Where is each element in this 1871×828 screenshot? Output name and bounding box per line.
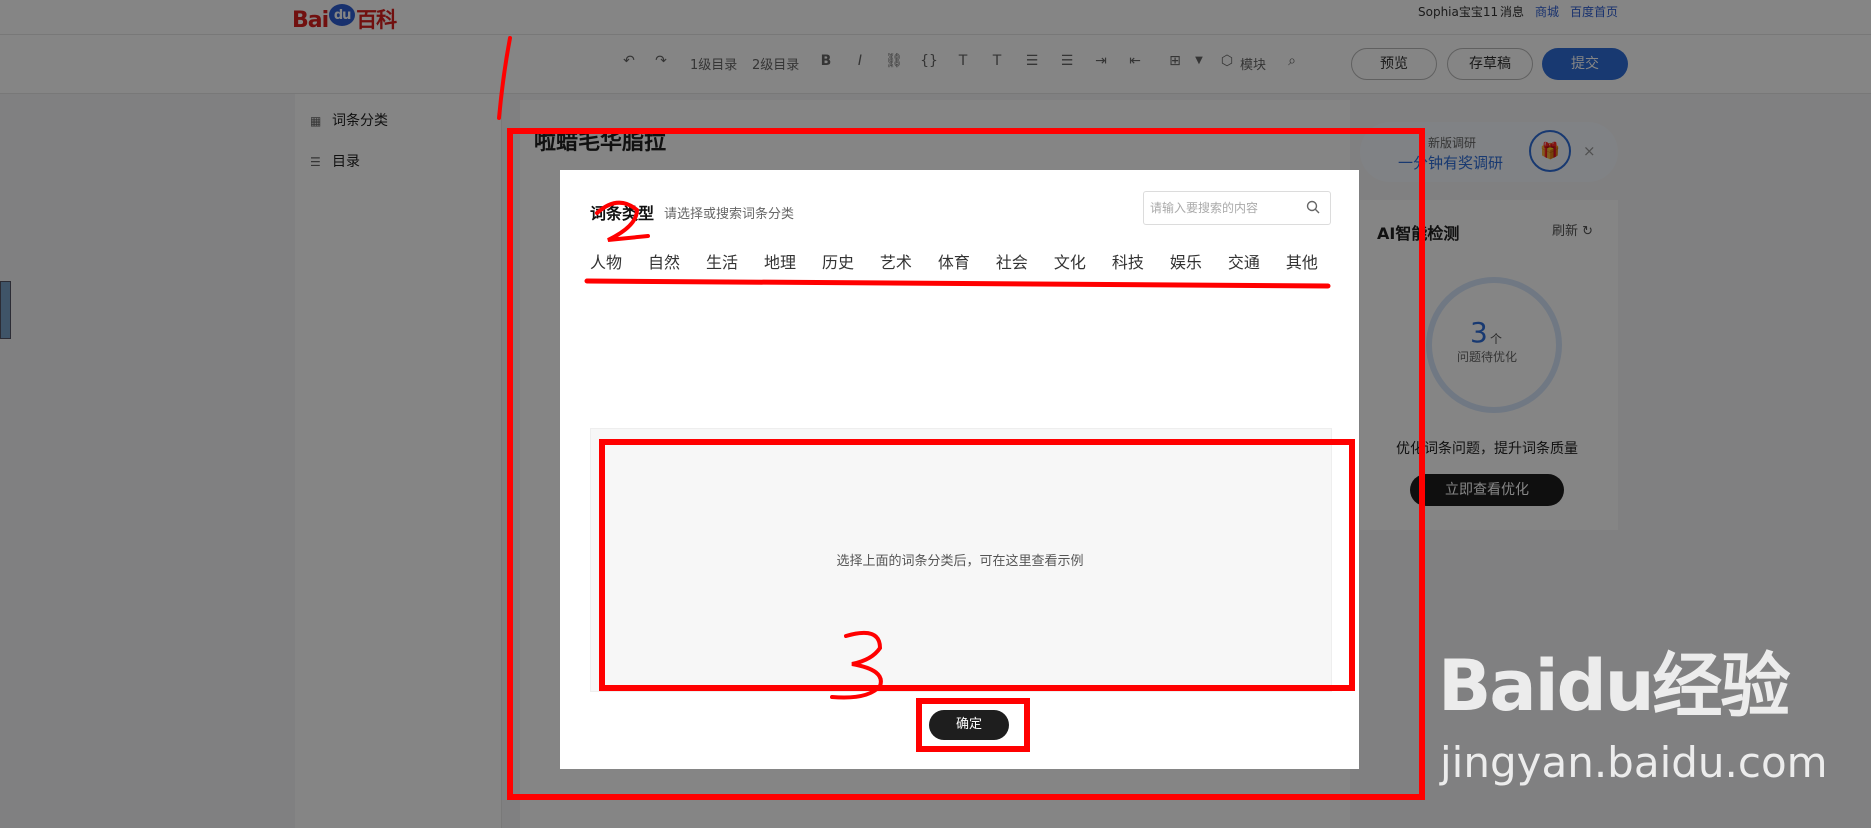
watermark-url: jingyan.baidu.com [1440,738,1828,787]
annotation-step2-mark [595,200,650,242]
annotation-step1-mark [497,36,512,120]
annotation-step3-mark [830,631,883,700]
annotation-category-underline [584,278,1331,289]
watermark-logo: Baidu经验 [1438,645,1791,727]
